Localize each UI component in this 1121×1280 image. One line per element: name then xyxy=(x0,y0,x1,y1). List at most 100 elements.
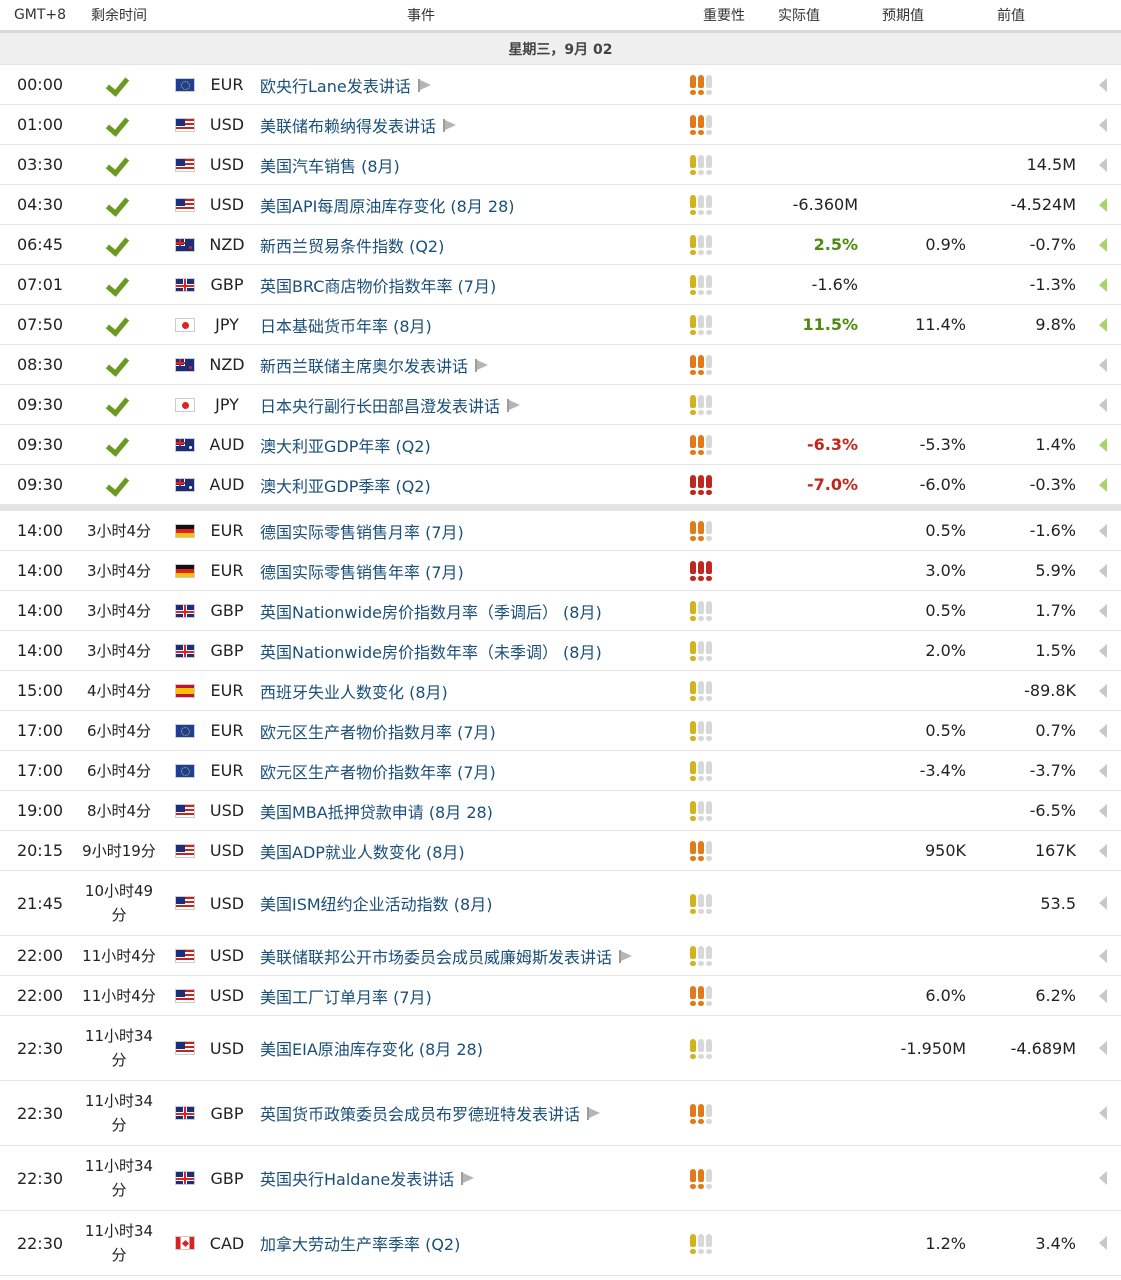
event-title[interactable]: 欧元区生产者物价指数月率 (7月) xyxy=(260,719,496,743)
expand-arrow-icon[interactable] xyxy=(1076,277,1121,292)
event-link[interactable]: 英国Nationwide房价指数年率（未季调） (8月) xyxy=(250,639,684,663)
event-title[interactable]: 美国MBA抵押贷款申请 (8月 28) xyxy=(260,799,493,823)
event-link[interactable]: 澳大利亚GDP季率 (Q2) xyxy=(250,473,684,497)
event-link[interactable]: 西班牙失业人数变化 (8月) xyxy=(250,679,684,703)
event-title[interactable]: 美国ADP就业人数变化 (8月) xyxy=(260,839,465,863)
expand-arrow-icon[interactable] xyxy=(1076,437,1121,452)
event-title[interactable]: 美国API每周原油库存变化 (8月 28) xyxy=(260,193,515,217)
event-link[interactable]: 英国Nationwide房价指数月率（季调后） (8月) xyxy=(250,599,684,623)
event-title[interactable]: 日本央行副行长田部昌澄发表讲话 xyxy=(260,393,500,417)
event-link[interactable]: 欧央行Lane发表讲话 xyxy=(250,73,684,97)
event-link[interactable]: 英国BRC商店物价指数年率 (7月) xyxy=(250,273,684,297)
event-link[interactable]: 欧元区生产者物价指数年率 (7月) xyxy=(250,759,684,783)
event-link[interactable]: 德国实际零售销售月率 (7月) xyxy=(250,519,684,543)
expand-arrow-icon[interactable] xyxy=(1076,1236,1121,1250)
event-link[interactable]: 日本央行副行长田部昌澄发表讲话 xyxy=(250,393,684,417)
event-row[interactable]: 06:45 NZD 新西兰贸易条件指数 (Q2) 2.5% 0.9% -0.7% xyxy=(0,225,1121,265)
event-row[interactable]: 19:00 8小时4分 USD 美国MBA抵押贷款申请 (8月 28) -6.5% xyxy=(0,791,1121,831)
expand-arrow-icon[interactable] xyxy=(1076,948,1121,963)
event-row[interactable]: 17:00 6小时4分 EUR 欧元区生产者物价指数月率 (7月) 0.5% 0.7% xyxy=(0,711,1121,751)
event-row[interactable]: 21:45 10小时49分 USD 美国ISM纽约企业活动指数 (8月) 53.5 xyxy=(0,871,1121,936)
event-title[interactable]: 英国Nationwide房价指数月率（季调后） (8月) xyxy=(260,599,602,623)
expand-arrow-icon[interactable] xyxy=(1076,1106,1121,1120)
expand-arrow-icon[interactable] xyxy=(1076,523,1121,538)
event-link[interactable]: 美国ISM纽约企业活动指数 (8月) xyxy=(250,891,684,915)
expand-arrow-icon[interactable] xyxy=(1076,563,1121,578)
event-title[interactable]: 美国工厂订单月率 (7月) xyxy=(260,984,432,1008)
event-row[interactable]: 03:30 USD 美国汽车销售 (8月) 14.5M xyxy=(0,145,1121,185)
event-title[interactable]: 美国ISM纽约企业活动指数 (8月) xyxy=(260,891,492,915)
event-row[interactable]: 22:30 11小时34分 USD 美国EIA原油库存变化 (8月 28) -1.950… xyxy=(0,1016,1121,1081)
event-link[interactable]: 美国EIA原油库存变化 (8月 28) xyxy=(250,1036,684,1060)
event-title[interactable]: 英国Nationwide房价指数年率（未季调） (8月) xyxy=(260,639,602,663)
event-row[interactable]: 22:00 11小时4分 USD 美国工厂订单月率 (7月) 6.0% 6.2% xyxy=(0,976,1121,1016)
event-row[interactable]: 14:00 3小时4分 GBP 英国Nationwide房价指数年率（未季调） (8月… xyxy=(0,631,1121,671)
expand-arrow-icon[interactable] xyxy=(1076,896,1121,910)
event-row[interactable]: 15:00 4小时4分 EUR 西班牙失业人数变化 (8月) -89.8K xyxy=(0,671,1121,711)
event-title[interactable]: 澳大利亚GDP年率 (Q2) xyxy=(260,433,431,457)
event-link[interactable]: 新西兰联储主席奥尔发表讲话 xyxy=(250,353,684,377)
event-row[interactable]: 22:30 11小时34分 GBP 英国央行Haldane发表讲话 xyxy=(0,1146,1121,1211)
event-link[interactable]: 欧元区生产者物价指数月率 (7月) xyxy=(250,719,684,743)
event-link[interactable]: 英国央行Haldane发表讲话 xyxy=(250,1166,684,1190)
event-row[interactable]: 17:00 6小时4分 EUR 欧元区生产者物价指数年率 (7月) -3.4% -3.7% xyxy=(0,751,1121,791)
expand-arrow-icon[interactable] xyxy=(1076,197,1121,212)
event-row[interactable]: 14:00 3小时4分 EUR 德国实际零售销售月率 (7月) 0.5% -1.6% xyxy=(0,511,1121,551)
event-row[interactable]: 04:30 USD 美国API每周原油库存变化 (8月 28) -6.360M -4.5… xyxy=(0,185,1121,225)
event-title[interactable]: 澳大利亚GDP季率 (Q2) xyxy=(260,473,431,497)
expand-arrow-icon[interactable] xyxy=(1076,803,1121,818)
expand-arrow-icon[interactable] xyxy=(1076,603,1121,618)
event-link[interactable]: 美联储联邦公开市场委员会成员威廉姆斯发表讲话 xyxy=(250,944,684,968)
event-row[interactable]: 07:01 GBP 英国BRC商店物价指数年率 (7月) -1.6% -1.3% xyxy=(0,265,1121,305)
event-link[interactable]: 美国API每周原油库存变化 (8月 28) xyxy=(250,193,684,217)
expand-arrow-icon[interactable] xyxy=(1076,988,1121,1003)
event-row[interactable]: 14:00 3小时4分 GBP 英国Nationwide房价指数月率（季调后） (8月… xyxy=(0,591,1121,631)
expand-arrow-icon[interactable] xyxy=(1076,157,1121,172)
event-title[interactable]: 德国实际零售销售月率 (7月) xyxy=(260,519,464,543)
expand-arrow-icon[interactable] xyxy=(1076,477,1121,492)
event-link[interactable]: 美国MBA抵押贷款申请 (8月 28) xyxy=(250,799,684,823)
event-title[interactable]: 新西兰联储主席奥尔发表讲话 xyxy=(260,353,468,377)
event-title[interactable]: 美联储联邦公开市场委员会成员威廉姆斯发表讲话 xyxy=(260,944,612,968)
event-title[interactable]: 欧元区生产者物价指数年率 (7月) xyxy=(260,759,496,783)
expand-arrow-icon[interactable] xyxy=(1076,357,1121,372)
event-title[interactable]: 欧央行Lane发表讲话 xyxy=(260,73,411,97)
expand-arrow-icon[interactable] xyxy=(1076,643,1121,658)
event-link[interactable]: 英国货币政策委员会成员布罗德班特发表讲话 xyxy=(250,1101,684,1125)
event-title[interactable]: 英国货币政策委员会成员布罗德班特发表讲话 xyxy=(260,1101,580,1125)
event-title[interactable]: 西班牙失业人数变化 (8月) xyxy=(260,679,448,703)
event-row[interactable]: 08:30 NZD 新西兰联储主席奥尔发表讲话 xyxy=(0,345,1121,385)
event-title[interactable]: 加拿大劳动生产率季率 (Q2) xyxy=(260,1231,460,1255)
event-row[interactable]: 20:15 9小时19分 USD 美国ADP就业人数变化 (8月) 950K 167K xyxy=(0,831,1121,871)
event-link[interactable]: 美国ADP就业人数变化 (8月) xyxy=(250,839,684,863)
expand-arrow-icon[interactable] xyxy=(1076,723,1121,738)
event-link[interactable]: 德国实际零售销售年率 (7月) xyxy=(250,559,684,583)
event-row[interactable]: 22:00 11小时4分 USD 美联储联邦公开市场委员会成员威廉姆斯发表讲话 xyxy=(0,936,1121,976)
header-timezone[interactable]: GMT+8 xyxy=(0,7,80,23)
expand-arrow-icon[interactable] xyxy=(1076,317,1121,332)
event-link[interactable]: 美联储布赖纳得发表讲话 xyxy=(250,113,684,137)
expand-arrow-icon[interactable] xyxy=(1076,237,1121,252)
event-row[interactable]: 09:30 AUD 澳大利亚GDP年率 (Q2) -6.3% -5.3% 1.4% xyxy=(0,425,1121,465)
expand-arrow-icon[interactable] xyxy=(1076,77,1121,92)
event-row[interactable]: 00:00 EUR 欧央行Lane发表讲话 xyxy=(0,65,1121,105)
event-row[interactable]: 07:50 JPY 日本基础货币年率 (8月) 11.5% 11.4% 9.8% xyxy=(0,305,1121,345)
event-title[interactable]: 美国EIA原油库存变化 (8月 28) xyxy=(260,1036,483,1060)
event-title[interactable]: 美联储布赖纳得发表讲话 xyxy=(260,113,436,137)
event-row[interactable]: 22:30 11小时34分 GBP 英国货币政策委员会成员布罗德班特发表讲话 xyxy=(0,1081,1121,1146)
expand-arrow-icon[interactable] xyxy=(1076,763,1121,778)
expand-arrow-icon[interactable] xyxy=(1076,683,1121,698)
expand-arrow-icon[interactable] xyxy=(1076,117,1121,132)
event-title[interactable]: 德国实际零售销售年率 (7月) xyxy=(260,559,464,583)
expand-arrow-icon[interactable] xyxy=(1076,1171,1121,1185)
event-link[interactable]: 加拿大劳动生产率季率 (Q2) xyxy=(250,1231,684,1255)
event-link[interactable]: 美国汽车销售 (8月) xyxy=(250,153,684,177)
event-row[interactable]: 01:00 USD 美联储布赖纳得发表讲话 xyxy=(0,105,1121,145)
expand-arrow-icon[interactable] xyxy=(1076,843,1121,858)
event-row[interactable]: 09:30 JPY 日本央行副行长田部昌澄发表讲话 xyxy=(0,385,1121,425)
event-row[interactable]: 09:30 AUD 澳大利亚GDP季率 (Q2) -7.0% -6.0% -0.3% xyxy=(0,465,1121,505)
expand-arrow-icon[interactable] xyxy=(1076,1041,1121,1055)
event-link[interactable]: 澳大利亚GDP年率 (Q2) xyxy=(250,433,684,457)
event-title[interactable]: 日本基础货币年率 (8月) xyxy=(260,313,432,337)
event-title[interactable]: 新西兰贸易条件指数 (Q2) xyxy=(260,233,444,257)
